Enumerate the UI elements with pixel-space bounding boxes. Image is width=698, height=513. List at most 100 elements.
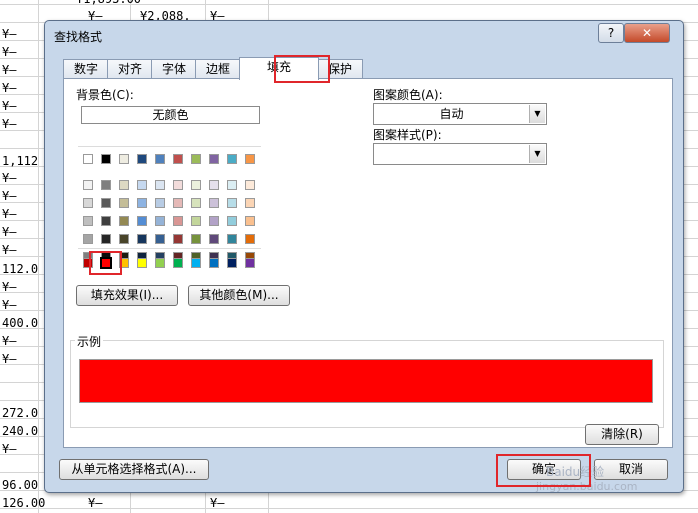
color-swatch[interactable] xyxy=(173,258,183,268)
sheet-cell: ¥– xyxy=(2,298,17,312)
sheet-cell: 96.00 xyxy=(2,478,39,492)
color-swatch[interactable] xyxy=(227,258,237,268)
color-swatch[interactable] xyxy=(137,154,147,164)
color-swatch[interactable] xyxy=(209,216,219,226)
color-swatch[interactable] xyxy=(83,258,93,268)
color-swatch[interactable] xyxy=(173,216,183,226)
color-swatch[interactable] xyxy=(137,258,147,268)
color-swatch[interactable] xyxy=(209,258,219,268)
chevron-down-icon[interactable]: ▼ xyxy=(529,145,545,163)
dialog-titlebar[interactable]: 查找格式 ? ✕ xyxy=(45,21,683,51)
color-swatch[interactable] xyxy=(155,198,165,208)
color-swatch[interactable] xyxy=(119,258,129,268)
color-swatch[interactable] xyxy=(245,258,255,268)
color-swatch[interactable] xyxy=(173,154,183,164)
sheet-cell: ¥– xyxy=(2,243,17,257)
color-swatch[interactable] xyxy=(155,216,165,226)
color-swatch[interactable] xyxy=(119,234,129,244)
color-swatch[interactable] xyxy=(83,198,93,208)
tab-number[interactable]: 数字 xyxy=(63,59,109,79)
color-swatch[interactable] xyxy=(209,234,219,244)
color-swatch[interactable] xyxy=(227,180,237,190)
color-swatch[interactable] xyxy=(155,154,165,164)
color-swatch[interactable] xyxy=(137,216,147,226)
color-swatch[interactable] xyxy=(191,234,201,244)
help-button[interactable]: ? xyxy=(598,23,624,43)
color-swatch[interactable] xyxy=(137,180,147,190)
choose-format-from-cell-button[interactable]: 从单元格选择格式(A)... xyxy=(59,459,209,480)
color-swatch[interactable] xyxy=(101,198,111,208)
chevron-down-icon[interactable]: ▼ xyxy=(529,105,545,123)
sample-label: 示例 xyxy=(75,333,104,350)
tab-font[interactable]: 字体 xyxy=(151,59,197,79)
fill-effects-button[interactable]: 填充效果(I)... xyxy=(76,285,178,306)
color-swatch[interactable] xyxy=(227,154,237,164)
close-button[interactable]: ✕ xyxy=(624,23,670,43)
color-swatch[interactable] xyxy=(245,234,255,244)
color-swatch[interactable] xyxy=(209,180,219,190)
color-swatch[interactable] xyxy=(173,234,183,244)
sheet-cell: ¥– xyxy=(2,189,17,203)
color-swatch[interactable] xyxy=(191,180,201,190)
pattern-color-label: 图案颜色(A): xyxy=(373,88,443,102)
color-swatch[interactable] xyxy=(83,154,93,164)
palette-separator xyxy=(78,146,261,147)
clear-button[interactable]: 清除(R) xyxy=(585,424,659,445)
sheet-cell: ¥– xyxy=(2,99,17,113)
no-color-button[interactable]: 无颜色 xyxy=(81,106,260,124)
color-swatch[interactable] xyxy=(245,180,255,190)
tab-fill[interactable]: 填充 xyxy=(239,57,319,80)
color-swatch[interactable] xyxy=(119,198,129,208)
sheet-cell: ¥– xyxy=(2,27,17,41)
sheet-cell: ¥1,893.00 xyxy=(76,0,141,6)
color-swatch[interactable] xyxy=(83,234,93,244)
color-swatch[interactable] xyxy=(155,234,165,244)
color-swatch[interactable] xyxy=(227,198,237,208)
sheet-cell: ¥– xyxy=(2,45,17,59)
color-swatch[interactable] xyxy=(101,154,111,164)
color-swatch[interactable] xyxy=(173,198,183,208)
pattern-style-select[interactable]: ▼ xyxy=(373,143,547,165)
dialog-title: 查找格式 xyxy=(54,30,103,44)
color-swatch[interactable] xyxy=(101,216,111,226)
color-swatch[interactable] xyxy=(119,216,129,226)
cancel-button[interactable]: 取消 xyxy=(594,459,668,480)
color-swatch[interactable] xyxy=(227,234,237,244)
tab-alignment[interactable]: 对齐 xyxy=(107,59,153,79)
color-swatch[interactable] xyxy=(101,234,111,244)
watermark-url: jingyan.baidu.com xyxy=(536,480,638,493)
more-colors-button[interactable]: 其他颜色(M)... xyxy=(188,285,290,306)
close-icon: ✕ xyxy=(641,26,653,40)
color-swatch[interactable] xyxy=(227,216,237,226)
tab-protection[interactable]: 保护 xyxy=(317,59,363,79)
sheet-cell: 112.0 xyxy=(2,262,39,276)
sheet-cell: 1,112 xyxy=(2,154,39,168)
color-swatch[interactable] xyxy=(173,180,183,190)
color-swatch[interactable] xyxy=(191,198,201,208)
find-format-dialog: 查找格式 ? ✕ 数字 对齐 字体 边框 填充 保护 背景色(C): 无颜色 填… xyxy=(44,20,684,493)
color-swatch[interactable] xyxy=(191,258,201,268)
color-swatch[interactable] xyxy=(191,154,201,164)
color-swatch[interactable] xyxy=(155,258,165,268)
color-swatch[interactable] xyxy=(101,180,111,190)
color-swatch[interactable] xyxy=(83,180,93,190)
color-swatch[interactable] xyxy=(119,180,129,190)
grid-line xyxy=(0,508,698,509)
tab-border[interactable]: 边框 xyxy=(195,59,241,79)
color-swatch[interactable] xyxy=(245,198,255,208)
color-swatch-selected[interactable] xyxy=(100,257,112,269)
color-swatch[interactable] xyxy=(137,234,147,244)
background-color-label: 背景色(C): xyxy=(76,88,134,102)
color-swatch[interactable] xyxy=(83,216,93,226)
color-swatch[interactable] xyxy=(245,154,255,164)
sheet-cell: ¥– xyxy=(2,63,17,77)
color-swatch[interactable] xyxy=(191,216,201,226)
pattern-color-select[interactable]: 自动 ▼ xyxy=(373,103,547,125)
color-swatch[interactable] xyxy=(209,154,219,164)
color-swatch[interactable] xyxy=(119,154,129,164)
color-swatch[interactable] xyxy=(245,216,255,226)
color-swatch[interactable] xyxy=(137,198,147,208)
sheet-cell: 126.00 xyxy=(2,496,46,510)
color-swatch[interactable] xyxy=(209,198,219,208)
color-swatch[interactable] xyxy=(155,180,165,190)
